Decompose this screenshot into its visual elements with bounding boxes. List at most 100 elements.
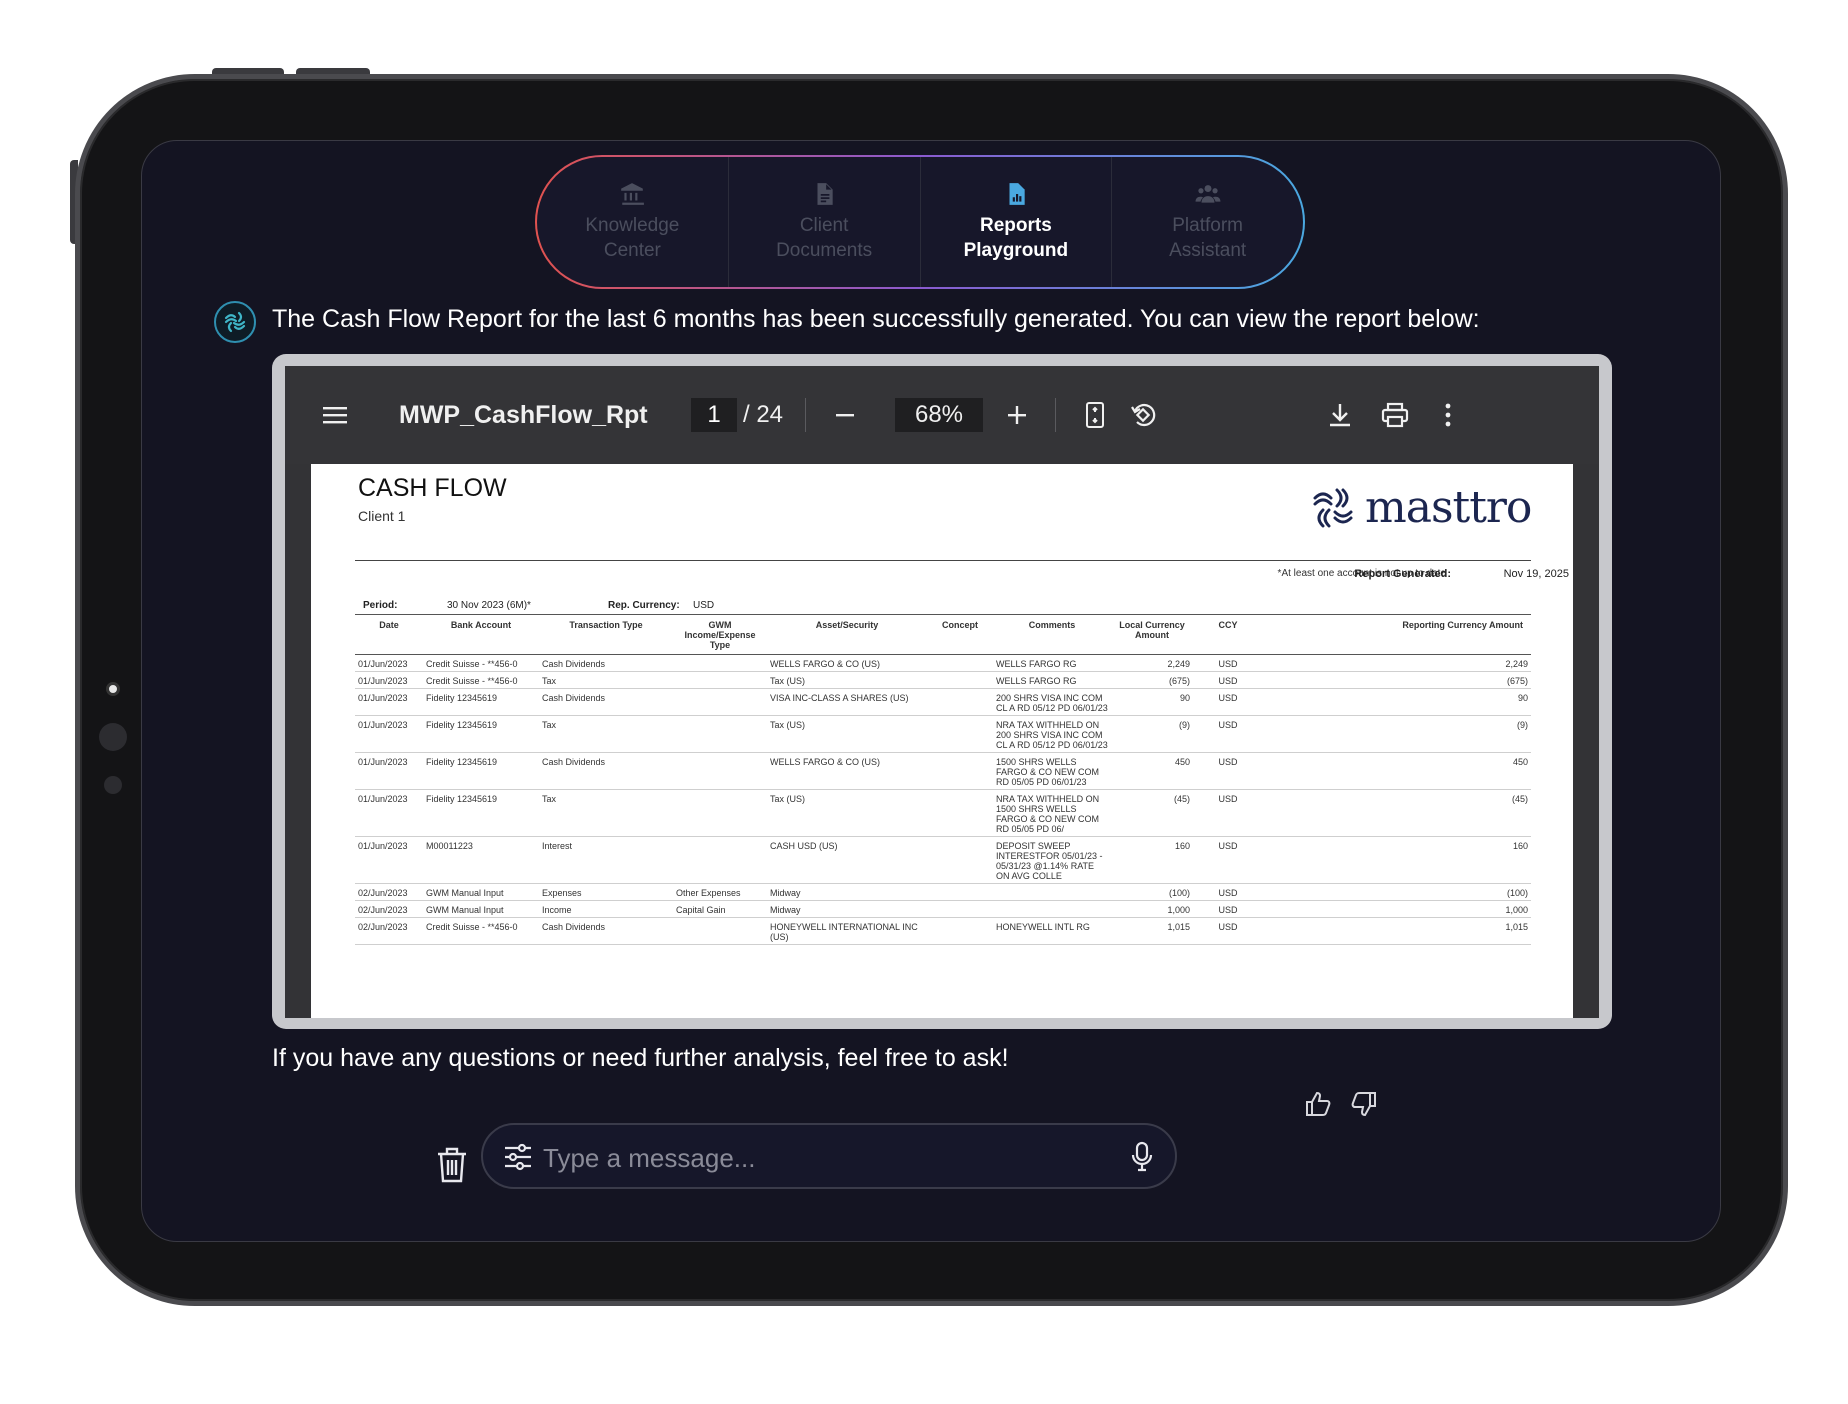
table-cell: 02/Jun/2023 — [355, 900, 423, 918]
microphone-icon[interactable] — [1131, 1141, 1153, 1173]
sensor-dot-small — [104, 776, 122, 794]
table-row: 01/Jun/2023 Credit Suisse - **456-0 Tax Tax… — [355, 671, 1531, 689]
table-cell: 02/Jun/2023 — [355, 883, 423, 901]
rotate-button[interactable] — [1123, 366, 1163, 464]
zoom-out-button[interactable] — [825, 366, 865, 464]
message-input[interactable] — [541, 1135, 1105, 1181]
tab-label-line2: Center — [603, 240, 661, 261]
cash-flow-table: Date Bank Account Transaction Type GWM I… — [355, 616, 1531, 945]
table-cell — [673, 917, 767, 945]
cash-flow-rows: 01/Jun/2023 Credit Suisse - **456-0 Cash D… — [355, 654, 1531, 945]
table-cell — [673, 671, 767, 689]
table-cell — [927, 688, 993, 716]
tab-label-line2: Playground — [963, 240, 1069, 261]
table-cell — [673, 715, 767, 753]
toolbar-separator — [1055, 398, 1056, 432]
report-title: CASH FLOW — [358, 474, 507, 502]
table-cell: HONEYWELL INTERNATIONAL INC (US) — [767, 917, 927, 945]
zoom-level[interactable]: 68% — [895, 398, 983, 432]
table-cell: (45) — [1111, 789, 1193, 837]
table-cell: 1500 SHRS WELLS FARGO & CO NEW COM RD 05… — [993, 752, 1111, 790]
print-button[interactable] — [1374, 366, 1416, 464]
table-cell: Expenses — [539, 883, 673, 901]
tab-platform-assistant[interactable]: Platform Assistant — [1112, 157, 1303, 287]
table-cell: Midway — [767, 883, 927, 901]
table-cell: 1,000 — [1263, 900, 1531, 918]
assistant-avatar — [214, 301, 256, 343]
table-cell — [673, 752, 767, 790]
fit-page-icon — [1086, 402, 1104, 428]
clear-chat-button[interactable] — [432, 1143, 472, 1187]
report-chart-icon — [1009, 183, 1025, 205]
col-header: Local Currency Amount — [1111, 616, 1193, 655]
table-cell: Tax — [539, 715, 673, 753]
tab-label-line2: Assistant — [1169, 240, 1247, 261]
table-cell — [673, 688, 767, 716]
main-nav: Knowledge Center Client Documents Report… — [535, 155, 1305, 289]
table-cell — [673, 789, 767, 837]
col-header: Transaction Type — [539, 616, 673, 655]
zoom-in-button[interactable] — [997, 366, 1037, 464]
table-cell: Tax (US) — [767, 789, 927, 837]
table-cell: Fidelity 12345619 — [423, 752, 539, 790]
tab-client-documents[interactable]: Client Documents — [729, 157, 921, 287]
document-icon — [817, 183, 833, 205]
table-cell: 01/Jun/2023 — [355, 789, 423, 837]
tab-reports-playground[interactable]: Reports Playground — [921, 157, 1113, 287]
thumbs-down-button[interactable] — [1348, 1089, 1378, 1119]
table-cell: Fidelity 12345619 — [423, 715, 539, 753]
sliders-icon[interactable] — [503, 1143, 533, 1171]
table-cell: 01/Jun/2023 — [355, 671, 423, 689]
table-row: 02/Jun/2023 Credit Suisse - **456-0 Cash D… — [355, 917, 1531, 945]
table-cell: Cash Dividends — [539, 654, 673, 672]
table-cell: 160 — [1263, 836, 1531, 884]
col-header: Comments — [993, 616, 1111, 655]
table-cell: HONEYWELL INTL RG — [993, 917, 1111, 945]
period-row: Period: 30 Nov 2023 (6M)* Rep. Currency:… — [355, 600, 1531, 614]
table-cell: 160 — [1111, 836, 1193, 884]
trash-icon — [438, 1147, 466, 1183]
table-cell: (9) — [1111, 715, 1193, 753]
table-header-row: Date Bank Account Transaction Type GWM I… — [355, 616, 1531, 655]
table-cell: USD — [1193, 836, 1263, 884]
table-cell: WELLS FARGO RG — [993, 654, 1111, 672]
table-cell: WELLS FARGO RG — [993, 671, 1111, 689]
table-cell: 2,249 — [1263, 654, 1531, 672]
table-cell: (675) — [1263, 671, 1531, 689]
col-header: Concept — [927, 616, 993, 655]
table-cell: Midway — [767, 900, 927, 918]
page-number-input[interactable]: 1 — [691, 398, 737, 432]
masttro-logo: masttro — [1311, 482, 1532, 533]
table-cell: USD — [1193, 688, 1263, 716]
table-cell: WELLS FARGO & CO (US) — [767, 654, 927, 672]
tab-label-line2: Documents — [776, 240, 873, 261]
table-cell: DEPOSIT SWEEP INTERESTFOR 05/01/23 - 05/… — [993, 836, 1111, 884]
minus-icon — [836, 414, 854, 417]
message-input-bar — [481, 1123, 1177, 1189]
table-cell: USD — [1193, 752, 1263, 790]
table-row: 01/Jun/2023 Fidelity 12345619 Cash Dividen… — [355, 688, 1531, 716]
table-cell: M00011223 — [423, 836, 539, 884]
rotate-icon — [1131, 403, 1156, 427]
thumbs-up-button[interactable] — [1304, 1089, 1334, 1119]
table-cell: Fidelity 12345619 — [423, 789, 539, 837]
more-vertical-icon — [1445, 403, 1451, 427]
table-cell: USD — [1193, 654, 1263, 672]
table-cell: Fidelity 12345619 — [423, 688, 539, 716]
download-button[interactable] — [1320, 366, 1360, 464]
table-cell — [673, 836, 767, 884]
col-header: CCY — [1193, 616, 1263, 655]
table-cell — [673, 654, 767, 672]
table-cell — [927, 836, 993, 884]
table-cell: 2,249 — [1111, 654, 1193, 672]
table-cell: CASH USD (US) — [767, 836, 927, 884]
table-cell: Tax — [539, 789, 673, 837]
menu-button[interactable] — [315, 366, 355, 464]
table-cell: 01/Jun/2023 — [355, 836, 423, 884]
more-options-button[interactable] — [1433, 366, 1463, 464]
toolbar-separator — [805, 398, 806, 432]
table-cell: Tax (US) — [767, 715, 927, 753]
tab-label-line1: Client — [799, 215, 849, 236]
tab-knowledge-center[interactable]: Knowledge Center — [537, 157, 729, 287]
fit-page-button[interactable] — [1075, 366, 1115, 464]
